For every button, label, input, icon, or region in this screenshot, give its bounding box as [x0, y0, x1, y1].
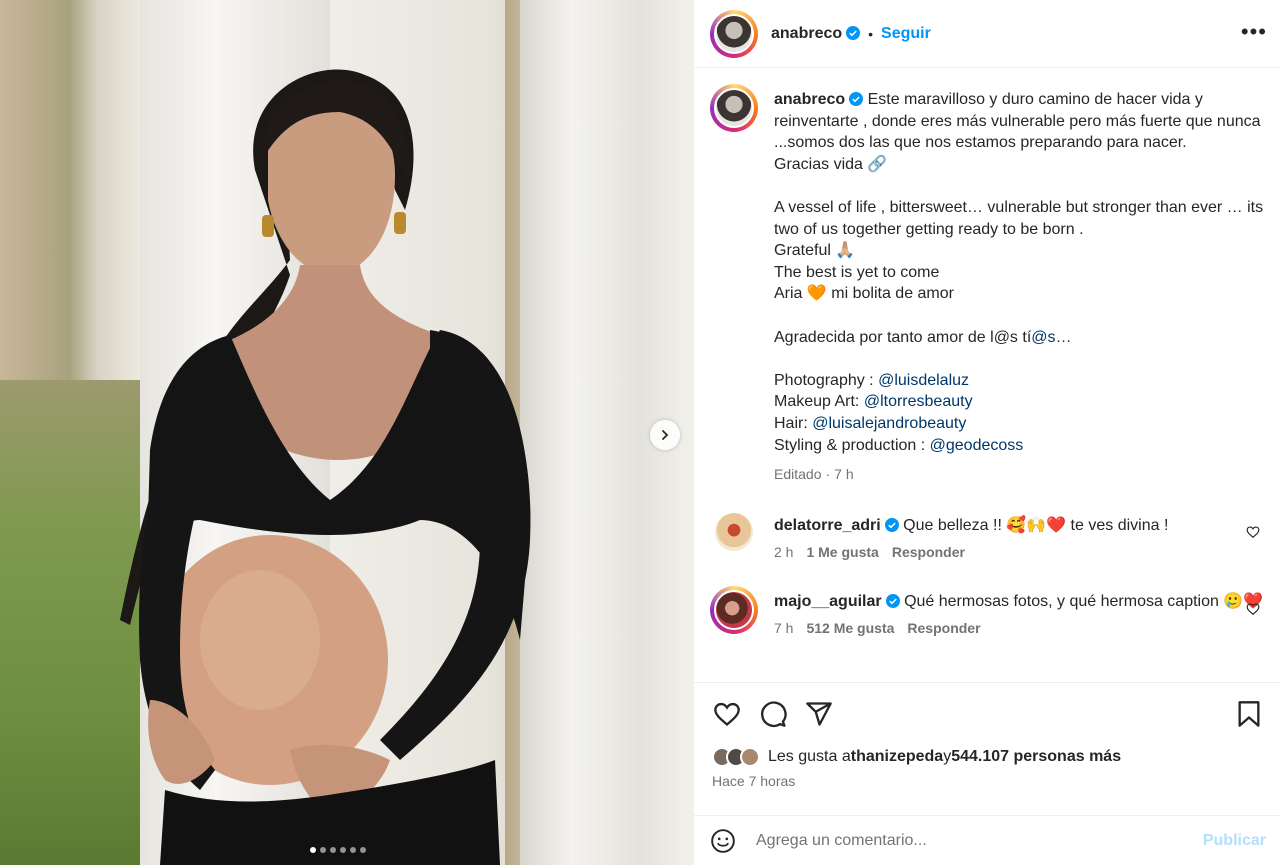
comment-time[interactable]: 2 h — [774, 542, 793, 564]
commenter-avatar[interactable] — [710, 585, 758, 634]
caption-text-line: Gracias vida 🔗 — [774, 155, 888, 173]
credit-handle-link[interactable]: @geodecoss — [930, 437, 1024, 454]
post-header: anabreco • Seguir ••• — [694, 0, 1281, 68]
likes-mid: y — [943, 748, 952, 765]
publish-button[interactable]: Publicar — [1203, 832, 1266, 850]
share-send-icon[interactable] — [804, 699, 834, 729]
save-bookmark-icon[interactable] — [1234, 699, 1264, 729]
verified-badge-icon — [849, 92, 864, 106]
post-photo[interactable] — [0, 0, 693, 865]
edited-label: Editado — [774, 466, 822, 483]
reply-button[interactable]: Responder — [892, 542, 965, 564]
like-heart-icon[interactable] — [712, 699, 742, 729]
caption-text-line: Aria 🧡 mi bolita de amor — [774, 285, 954, 303]
credit-handle-link[interactable]: @luisdelaluz — [878, 372, 969, 389]
comment-text: Que belleza !! 🥰🙌❤️ te ves divina ! — [903, 516, 1169, 534]
caption-meta: Editado · 7 h — [774, 464, 1266, 486]
follow-button[interactable]: Seguir — [881, 25, 931, 43]
likes-count-link[interactable]: 544.107 personas más — [951, 748, 1121, 766]
comment-icon[interactable] — [758, 699, 788, 729]
comment-item: delatorre_adri Que belleza !! 🥰🙌❤️ te ve… — [710, 512, 1266, 564]
caption-text-line: Este maravilloso y duro camino de hacer … — [774, 91, 1261, 152]
chevron-right-icon — [662, 430, 669, 440]
post-time[interactable]: Hace 7 horas — [712, 773, 1264, 789]
author-avatar[interactable] — [710, 9, 758, 58]
comment-item: majo__aguilar Qué hermosas fotos, y qué … — [710, 585, 1266, 640]
caption-text-line: The best is yet to come — [774, 263, 940, 281]
carousel-dot — [360, 847, 366, 853]
author-username[interactable]: anabreco — [771, 25, 861, 43]
meta-separator: · — [825, 466, 831, 483]
credit-handle-link[interactable]: @ltorresbeauty — [864, 393, 973, 410]
post-actions: Les gusta a thanizepeda y 544.107 person… — [694, 682, 1281, 789]
comment-likes[interactable]: 1 Me gusta — [806, 542, 878, 564]
more-options-icon[interactable]: ••• — [1241, 21, 1267, 43]
verified-badge-icon — [885, 593, 900, 608]
carousel-indicator — [310, 847, 366, 853]
credit-line: Photography : @luisdelaluz — [774, 371, 970, 389]
reply-button[interactable]: Responder — [907, 618, 980, 640]
likes-user-link[interactable]: thanizepeda — [851, 748, 943, 766]
comment-likes[interactable]: 512 Me gusta — [806, 618, 894, 640]
carousel-dot — [310, 847, 316, 853]
comment-text: Qué hermosas fotos, y qué hermosa captio… — [904, 592, 1264, 610]
comment-time[interactable]: 7 h — [774, 618, 793, 640]
comment-meta: 7 h 512 Me gusta Responder — [774, 618, 1266, 640]
caption-username[interactable]: anabreco — [774, 91, 845, 108]
caption-avatar[interactable] — [710, 84, 758, 132]
carousel-dot — [330, 847, 336, 853]
likes-summary[interactable]: Les gusta a thanizepeda y 544.107 person… — [712, 747, 1264, 767]
likes-prefix: Les gusta a — [768, 748, 851, 765]
caption-text-line: A vessel of life , bittersweet… vulnerab… — [774, 198, 1264, 238]
caption-text-line: Grateful 🙏🏼 — [774, 242, 856, 260]
verified-badge-icon — [884, 517, 899, 532]
like-comment-heart-icon[interactable] — [1246, 602, 1260, 616]
carousel-dot — [340, 847, 346, 853]
emoji-icon[interactable] — [710, 828, 736, 854]
comment-meta: 2 h 1 Me gusta Responder — [774, 542, 1266, 564]
carousel-next-button[interactable] — [650, 420, 680, 450]
caption-text-line: Agradecida por tanto amor de l@s tí — [774, 328, 1032, 346]
credit-line: Makeup Art: @ltorresbeauty — [774, 393, 973, 411]
carousel-dot — [320, 847, 326, 853]
liker-avatar — [740, 747, 760, 767]
credit-line: Hair: @luisalejandrobeauty — [774, 414, 967, 432]
credit-line: Styling & production : @geodecoss — [774, 436, 1024, 454]
caption: anabreco Este maravilloso y duro camino … — [710, 84, 1266, 486]
like-comment-heart-icon[interactable] — [1246, 525, 1260, 539]
comment-username[interactable]: delatorre_adri — [774, 517, 881, 534]
comments-list[interactable]: anabreco Este maravilloso y duro camino … — [694, 68, 1281, 682]
liker-avatars — [712, 747, 760, 767]
comment-username[interactable]: majo__aguilar — [774, 593, 882, 610]
carousel-dot — [350, 847, 356, 853]
add-comment-bar: Publicar — [694, 815, 1281, 865]
caption-time[interactable]: 7 h — [834, 464, 853, 486]
separator-dot: • — [868, 25, 874, 42]
verified-badge-icon — [846, 25, 861, 40]
photo-subject — [120, 69, 531, 865]
caption-mention-link[interactable]: @s… — [1031, 329, 1071, 346]
commenter-avatar[interactable] — [715, 512, 753, 551]
credit-handle-link[interactable]: @luisalejandrobeauty — [812, 415, 966, 432]
post-side-panel: anabreco • Seguir ••• anabreco Este mara… — [693, 0, 1281, 865]
comment-input[interactable] — [756, 831, 1203, 850]
